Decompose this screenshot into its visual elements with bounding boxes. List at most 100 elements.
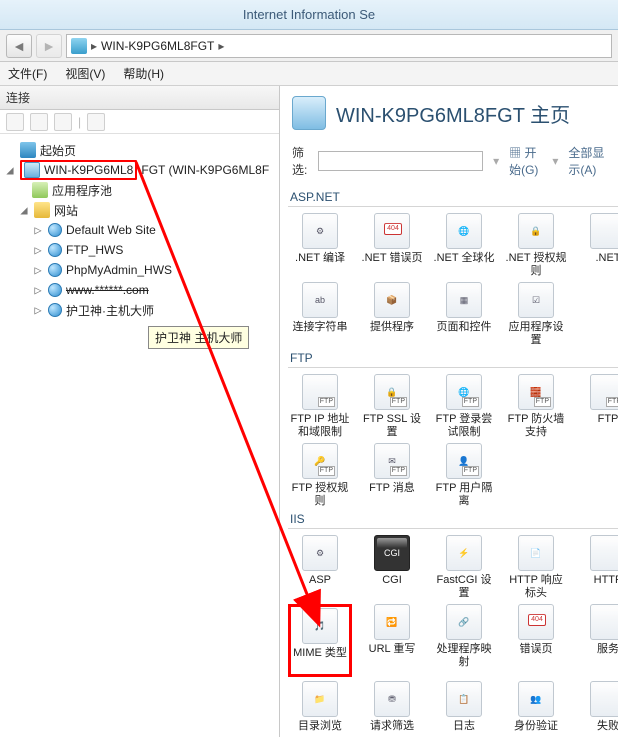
feature-ftp-firewall[interactable]: 🧱FTPFTP 防火墙支持 (504, 374, 568, 439)
tree-site-item[interactable]: ▷ FTP_HWS (4, 240, 275, 260)
page-header: WIN-K9PG6ML8FGT 主页 (280, 86, 618, 140)
expand-icon[interactable]: ▷ (32, 283, 44, 297)
feature-net-more[interactable]: .NET (576, 213, 618, 278)
go-button[interactable]: ▦ 开始(G) (509, 144, 542, 178)
address-bar: ◄ ► ▸ WIN-K9PG6ML8FGT ▸ (0, 30, 618, 62)
dir-icon: 📁 (302, 681, 338, 717)
generic-icon (590, 604, 618, 640)
feature-net-globalization[interactable]: 🌐.NET 全球化 (432, 213, 496, 278)
feature-providers[interactable]: 📦提供程序 (360, 282, 424, 347)
feature-appsettings[interactable]: ☑应用程序设置 (504, 282, 568, 347)
connections-tree: 起始页 ◢ WIN-K9PG6ML8 FGT (WIN-K9PG6ML8F 应用… (0, 134, 279, 737)
feature-fastcgi[interactable]: ⚡FastCGI 设置 (432, 535, 496, 600)
feature-mime-types[interactable]: 🎵MIME 类型 (288, 604, 352, 677)
feature-handler-mappings[interactable]: 🔗处理程序映射 (432, 604, 496, 677)
tree-sites[interactable]: ◢ 网站 (4, 200, 275, 220)
chevron-right-icon: ▸ (218, 39, 224, 53)
connections-toolbar: | (0, 110, 279, 134)
feature-ftp-auth[interactable]: 🔑FTPFTP 授权规则 (288, 443, 352, 508)
globe-icon (48, 243, 62, 257)
menu-bar: 文件(F) 视图(V) 帮助(H) (0, 62, 618, 86)
feature-dir-browsing[interactable]: 📁目录浏览 (288, 681, 352, 737)
feature-pagescontrols[interactable]: ▦页面和控件 (432, 282, 496, 347)
refresh-button[interactable] (54, 113, 72, 131)
ftp-icon: FTP (302, 374, 338, 410)
tree-label: 应用程序池 (52, 182, 112, 199)
sites-icon (34, 202, 50, 218)
expand-icon[interactable]: ▷ (32, 303, 44, 317)
handler-icon: 🔗 (446, 604, 482, 640)
feature-asp[interactable]: ⚙ASP (288, 535, 352, 600)
filter-input[interactable] (318, 151, 483, 171)
tooltip: 护卫神 主机大师 (148, 326, 249, 349)
collapse-icon[interactable]: ◢ (18, 203, 30, 217)
connections-panel: 连接 | 起始页 ◢ WIN-K9PG6ML8 FGT (WIN-K9PG6ML… (0, 86, 280, 737)
globe-icon (48, 263, 62, 277)
apppool-icon (32, 182, 48, 198)
tree-site-item[interactable]: ▷ Default Web Site (4, 220, 275, 240)
connections-header: 连接 (0, 86, 279, 110)
server-large-icon (292, 96, 326, 130)
tree-site-item[interactable]: ▷ www.******.com (4, 280, 275, 300)
breadcrumb-server[interactable]: WIN-K9PG6ML8FGT (101, 39, 214, 53)
feature-connstrings[interactable]: ab连接字符串 (288, 282, 352, 347)
feature-net-errorpages[interactable]: 404.NET 错误页 (360, 213, 424, 278)
feature-cgi[interactable]: CGICGI (360, 535, 424, 600)
feature-ftp-more[interactable]: FTPFTP (576, 374, 618, 439)
expand-icon[interactable]: ▷ (32, 243, 44, 257)
filter-label: 筛选: (292, 144, 308, 178)
log-icon: 📋 (446, 681, 482, 717)
stop-button[interactable] (87, 113, 105, 131)
ftp-key-icon: 🔑FTP (302, 443, 338, 479)
tree-app-pools[interactable]: 应用程序池 (4, 180, 275, 200)
show-all-button[interactable]: 全部显示(A) (568, 144, 606, 178)
tree-label: FTP_HWS (66, 243, 123, 257)
tree-label: www.******.com (66, 283, 149, 297)
menu-view[interactable]: 视图(V) (65, 65, 105, 82)
feature-failed[interactable]: 失败 (576, 681, 618, 737)
globe-icon: 🌐 (446, 213, 482, 249)
feature-http-headers[interactable]: 📄HTTP 响应标头 (504, 535, 568, 600)
feature-ftp-messages[interactable]: ✉FTPFTP 消息 (360, 443, 424, 508)
connect-button[interactable] (6, 113, 24, 131)
feature-ftp-isolation[interactable]: 👤FTPFTP 用户隔离 (432, 443, 496, 508)
collapse-icon[interactable]: ◢ (4, 163, 16, 177)
feature-ftp-ssl[interactable]: 🔒FTPFTP SSL 设置 (360, 374, 424, 439)
feature-net-authrules[interactable]: 🔒.NET 授权规则 (504, 213, 568, 278)
tree-start-page[interactable]: 起始页 (4, 140, 275, 160)
db-icon: ab (302, 282, 338, 318)
fastcgi-icon: ⚡ (446, 535, 482, 571)
group-ftp: FTPFTP IP 地址和域限制 🔒FTPFTP SSL 设置 🌐FTPFTP … (288, 374, 618, 508)
expand-icon[interactable]: ▷ (32, 263, 44, 277)
ftp-ssl-icon: 🔒FTP (374, 374, 410, 410)
urlrewrite-icon: 🔁 (374, 604, 410, 640)
generic-icon (590, 213, 618, 249)
forward-button[interactable]: ► (36, 34, 62, 58)
tree-label: PhpMyAdmin_HWS (66, 263, 172, 277)
feature-request-filter[interactable]: ⛃请求筛选 (360, 681, 424, 737)
tree-site-item[interactable]: ▷ PhpMyAdmin_HWS (4, 260, 275, 280)
ftp-user-icon: 👤FTP (446, 443, 482, 479)
window-titlebar: Internet Information Se (0, 0, 618, 30)
tree-server-node[interactable]: ◢ WIN-K9PG6ML8 FGT (WIN-K9PG6ML8F (4, 160, 275, 180)
expand-icon[interactable]: ▷ (32, 223, 44, 237)
feature-error-pages[interactable]: 404错误页 (504, 604, 568, 677)
feature-ftp-iprestrict[interactable]: FTPFTP IP 地址和域限制 (288, 374, 352, 439)
feature-http-more[interactable]: HTTP (576, 535, 618, 600)
globe-icon (48, 303, 62, 317)
tree-site-item[interactable]: ▷ 护卫神·主机大师 (4, 300, 275, 320)
back-button[interactable]: ◄ (6, 34, 32, 58)
breadcrumb[interactable]: ▸ WIN-K9PG6ML8FGT ▸ (66, 34, 612, 58)
provider-icon: 📦 (374, 282, 410, 318)
feature-net-compile[interactable]: ⚙.NET 编译 (288, 213, 352, 278)
menu-file[interactable]: 文件(F) (8, 65, 47, 82)
chevron-right-icon: ▸ (91, 39, 97, 53)
menu-help[interactable]: 帮助(H) (123, 65, 164, 82)
feature-logging[interactable]: 📋日志 (432, 681, 496, 737)
save-button[interactable] (30, 113, 48, 131)
cgi-icon: CGI (374, 535, 410, 571)
feature-url-rewrite[interactable]: 🔁URL 重写 (360, 604, 424, 677)
feature-authentication[interactable]: 👥身份验证 (504, 681, 568, 737)
feature-services[interactable]: 服务 (576, 604, 618, 677)
feature-ftp-logon[interactable]: 🌐FTPFTP 登录尝试限制 (432, 374, 496, 439)
